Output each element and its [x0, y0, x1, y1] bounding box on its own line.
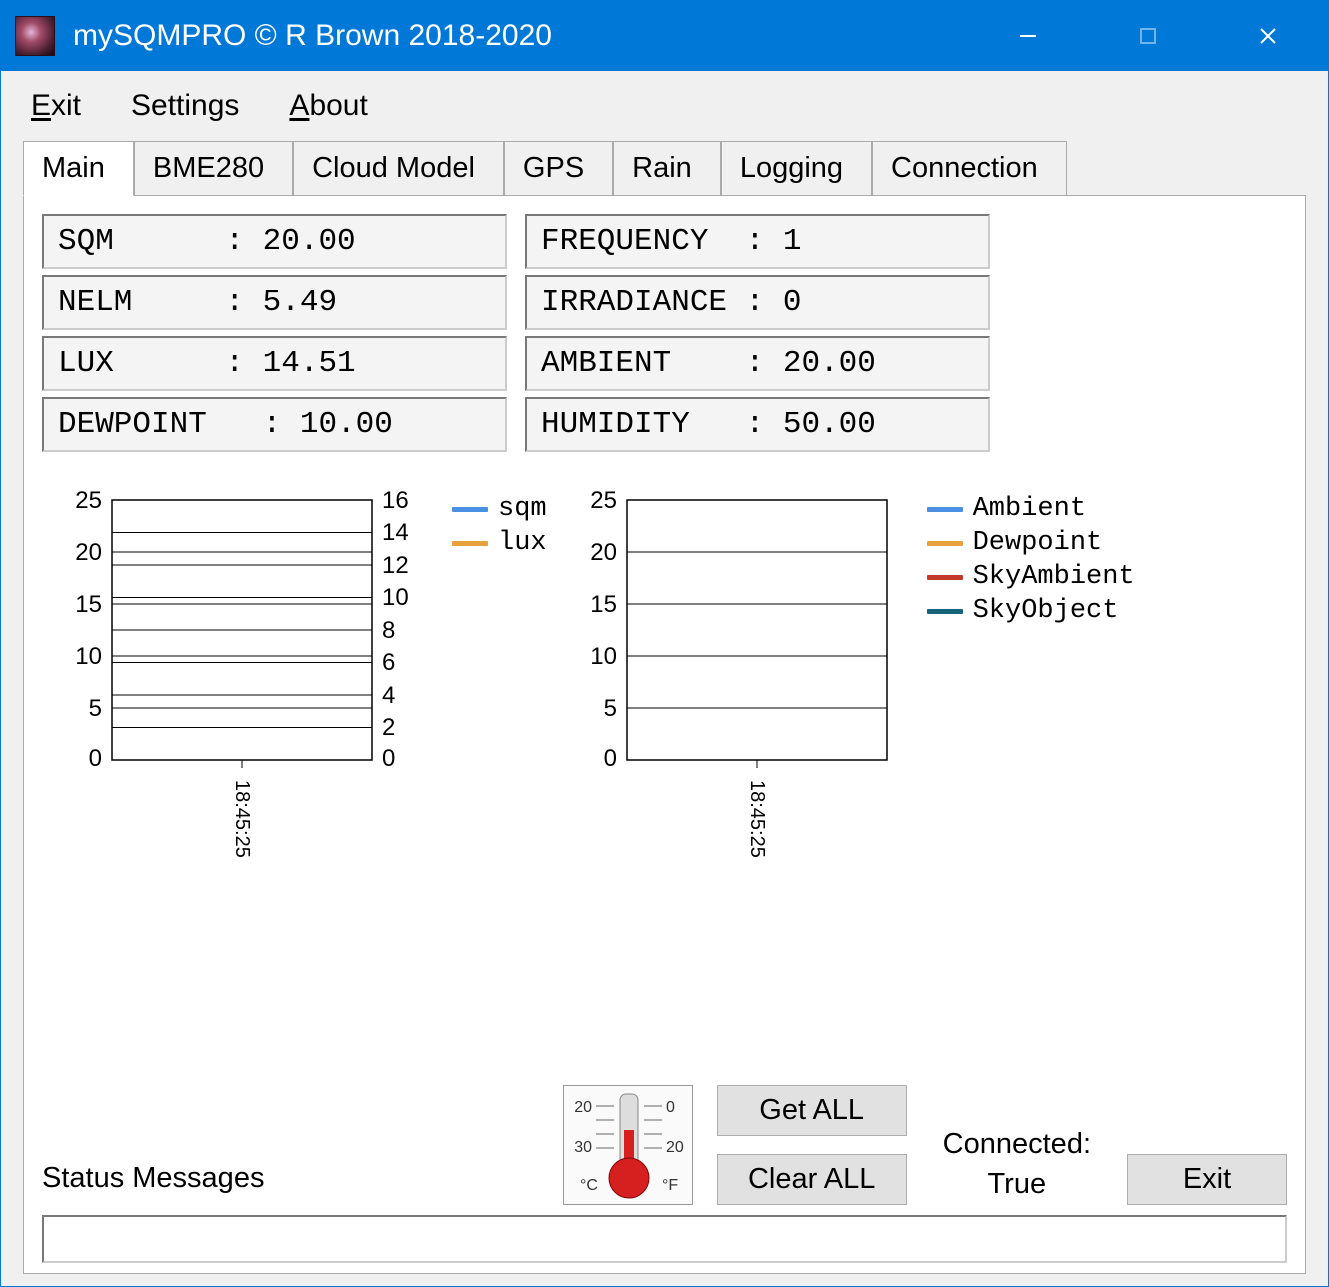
svg-text:8: 8 — [382, 617, 395, 644]
menubar: Exit Settings About — [1, 71, 1328, 141]
connection-status: Connected: True — [931, 1124, 1103, 1205]
tab-logging[interactable]: Logging — [721, 141, 872, 196]
legend-sqm: sqm — [498, 494, 547, 524]
svg-text:16: 16 — [382, 490, 409, 514]
tab-rain[interactable]: Rain — [613, 141, 721, 196]
window-title: mySQMPRO © R Brown 2018-2020 — [73, 19, 968, 53]
status-messages-box[interactable] — [42, 1215, 1287, 1263]
app-icon — [15, 16, 55, 56]
readout-sqm: SQM : 20.00 — [42, 214, 507, 269]
connection-label: Connected: — [943, 1124, 1091, 1165]
svg-text:15: 15 — [75, 591, 102, 618]
svg-text:15: 15 — [590, 591, 617, 618]
svg-text:6: 6 — [382, 649, 395, 676]
svg-text:4: 4 — [382, 682, 395, 709]
tab-bme280[interactable]: BME280 — [134, 141, 293, 196]
tab-panel-main: SQM : 20.00 NELM : 5.49 LUX : 14.51 DEWP… — [23, 195, 1306, 1274]
legend-skyobject: SkyObject — [973, 596, 1119, 626]
svg-text:°F: °F — [662, 1177, 678, 1194]
chart1-legend: sqm lux — [442, 490, 547, 860]
svg-text:5: 5 — [603, 695, 616, 722]
readout-frequency: FREQUENCY : 1 — [525, 214, 990, 269]
chart2-legend: Ambient Dewpoint SkyAmbient SkyObject — [917, 490, 1135, 860]
readout-irradiance: IRRADIANCE : 0 — [525, 275, 990, 330]
svg-text:0: 0 — [382, 745, 395, 772]
svg-text:30: 30 — [574, 1139, 592, 1156]
readout-lux: LUX : 14.51 — [42, 336, 507, 391]
svg-text:2: 2 — [382, 714, 395, 741]
tab-cloud-model[interactable]: Cloud Model — [293, 141, 504, 196]
legend-lux: lux — [498, 528, 547, 558]
svg-text:25: 25 — [75, 490, 102, 514]
maximize-button[interactable] — [1088, 1, 1208, 71]
chart2-xlabel: 18:45:25 — [746, 780, 768, 858]
svg-text:°C: °C — [580, 1177, 598, 1194]
chart-sqm-lux: 25 20 15 10 5 0 16 14 12 10 8 6 — [42, 490, 547, 860]
menu-settings[interactable]: Settings — [131, 89, 239, 123]
tab-strip: Main BME280 Cloud Model GPS Rain Logging… — [23, 141, 1306, 196]
svg-text:20: 20 — [75, 539, 102, 566]
svg-text:10: 10 — [590, 643, 617, 670]
titlebar: mySQMPRO © R Brown 2018-2020 — [1, 1, 1328, 71]
tab-gps[interactable]: GPS — [504, 141, 613, 196]
svg-text:14: 14 — [382, 519, 409, 546]
menu-about[interactable]: About — [289, 89, 367, 123]
svg-text:12: 12 — [382, 552, 409, 579]
status-messages-label: Status Messages — [42, 1162, 539, 1205]
svg-text:20: 20 — [574, 1099, 592, 1116]
svg-text:10: 10 — [382, 584, 409, 611]
minimize-button[interactable] — [968, 1, 1088, 71]
svg-text:0: 0 — [89, 745, 102, 772]
chart-temperature: 25 20 15 10 5 0 18:45:25 Ambient Dewpoin… — [557, 490, 1135, 860]
clear-all-button[interactable]: Clear ALL — [717, 1154, 907, 1205]
chart1-xlabel: 18:45:25 — [231, 780, 253, 858]
svg-text:10: 10 — [75, 643, 102, 670]
thermometer-icon: 20 0 30 20 °C °F — [563, 1085, 693, 1205]
exit-button[interactable]: Exit — [1127, 1154, 1287, 1205]
legend-ambient: Ambient — [973, 494, 1086, 524]
tab-connection[interactable]: Connection — [872, 141, 1067, 196]
menu-exit[interactable]: Exit — [31, 89, 81, 123]
readout-nelm: NELM : 5.49 — [42, 275, 507, 330]
svg-text:20: 20 — [590, 539, 617, 566]
svg-text:20: 20 — [666, 1139, 684, 1156]
connection-value: True — [943, 1164, 1091, 1205]
svg-text:0: 0 — [666, 1099, 675, 1116]
svg-text:0: 0 — [603, 745, 616, 772]
tab-main[interactable]: Main — [23, 141, 134, 196]
readout-dewpoint: DEWPOINT : 10.00 — [42, 397, 507, 452]
chart2-svg: 25 20 15 10 5 0 18:45:25 — [557, 490, 917, 860]
legend-dewpoint: Dewpoint — [973, 528, 1103, 558]
svg-text:25: 25 — [590, 490, 617, 514]
readout-humidity: HUMIDITY : 50.00 — [525, 397, 990, 452]
legend-skyambient: SkyAmbient — [973, 562, 1135, 592]
close-button[interactable] — [1208, 1, 1328, 71]
svg-text:5: 5 — [89, 695, 102, 722]
readout-ambient: AMBIENT : 20.00 — [525, 336, 990, 391]
get-all-button[interactable]: Get ALL — [717, 1085, 907, 1136]
chart1-svg: 25 20 15 10 5 0 16 14 12 10 8 6 — [42, 490, 442, 860]
